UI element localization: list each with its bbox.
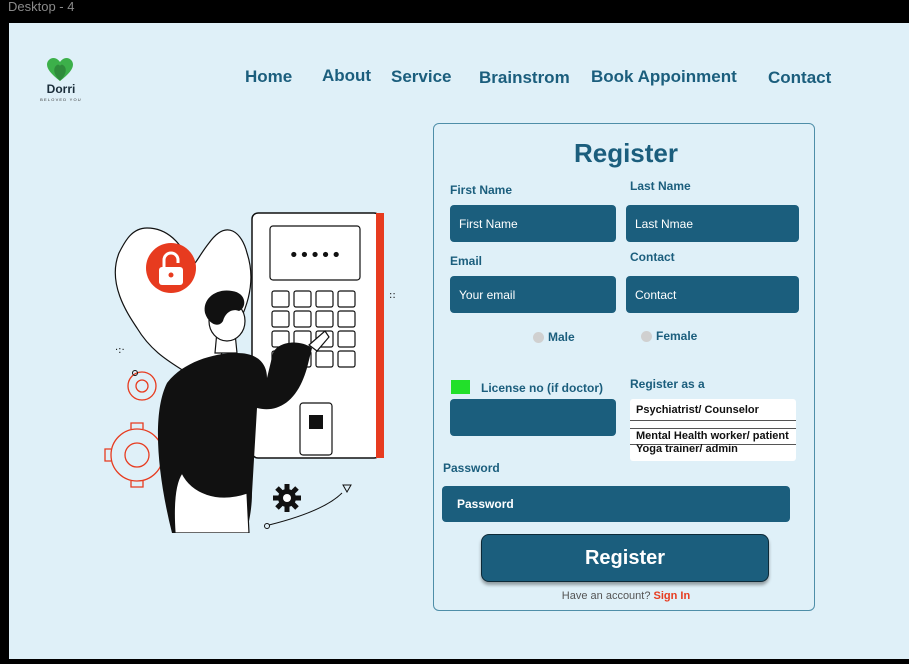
option-divider (630, 420, 796, 421)
nav-about[interactable]: About (322, 66, 371, 86)
radio-dot-icon (533, 331, 544, 343)
signin-prompt-text: Have an account? (561, 590, 651, 602)
contact-field[interactable]: Contact (626, 276, 799, 313)
nav-service[interactable]: Service (391, 67, 452, 87)
svg-text:::: :: (389, 290, 396, 301)
nav-brainstrom[interactable]: Brainstrom (479, 68, 570, 88)
signin-prompt: Have an account? Sign In (434, 590, 818, 602)
nav-home[interactable]: Home (245, 67, 292, 87)
last-name-field[interactable]: Last Nmae (626, 205, 799, 242)
svg-text:·:·: ·:· (115, 345, 125, 356)
license-field[interactable] (450, 399, 616, 436)
last-name-label: Last Name (630, 179, 691, 193)
email-field[interactable]: Your email (450, 276, 616, 313)
signin-link[interactable]: Sign In (654, 590, 691, 602)
security-illustration: ••••• ·:·:: (104, 212, 396, 533)
license-label: License no (if doctor) (481, 381, 604, 395)
female-label: Female (656, 329, 698, 343)
gender-female-radio[interactable]: Female (641, 329, 697, 343)
register-button[interactable]: Register (481, 534, 769, 582)
gear-icon (273, 484, 301, 512)
first-name-field[interactable]: First Name (450, 205, 616, 242)
radio-dot-icon (641, 330, 652, 342)
password-field[interactable]: Password (442, 486, 790, 522)
register-option[interactable]: Psychiatrist/ Counselor (636, 404, 759, 416)
register-form: Register First Name Last Name First Name… (433, 123, 815, 611)
first-name-label: First Name (450, 183, 513, 197)
form-title: Register (573, 138, 679, 168)
password-label: Password (443, 461, 500, 475)
nav-contact[interactable]: Contact (768, 68, 831, 88)
nav-book-appointment[interactable]: Book Appoinment (591, 67, 737, 87)
lock-icon (146, 243, 196, 293)
desktop-frame: Dorri BELOVED YOU Home About Service Bra… (9, 23, 909, 659)
gender-male-radio[interactable]: Male (533, 330, 575, 344)
license-checkbox[interactable] (451, 380, 470, 394)
heart-logo-icon (47, 58, 73, 81)
logo-tagline: BELOVED YOU (40, 97, 82, 102)
contact-label: Contact (630, 250, 675, 264)
register-as-label: Register as a (630, 377, 705, 391)
register-option[interactable]: Mental Health worker/ patient (636, 430, 789, 442)
logo-name: Dorri (46, 82, 76, 96)
logo[interactable]: Dorri BELOVED YOU (35, 56, 95, 106)
keypad-display: ••••• (288, 245, 341, 266)
register-option[interactable]: Yoga trainer/ admin (636, 443, 738, 455)
frame-label: Desktop - 4 (8, 0, 75, 14)
option-divider (630, 428, 796, 429)
register-as-select[interactable]: Psychiatrist/ Counselor Mental Health wo… (630, 399, 796, 461)
email-label: Email (450, 254, 483, 268)
male-label: Male (548, 330, 575, 344)
